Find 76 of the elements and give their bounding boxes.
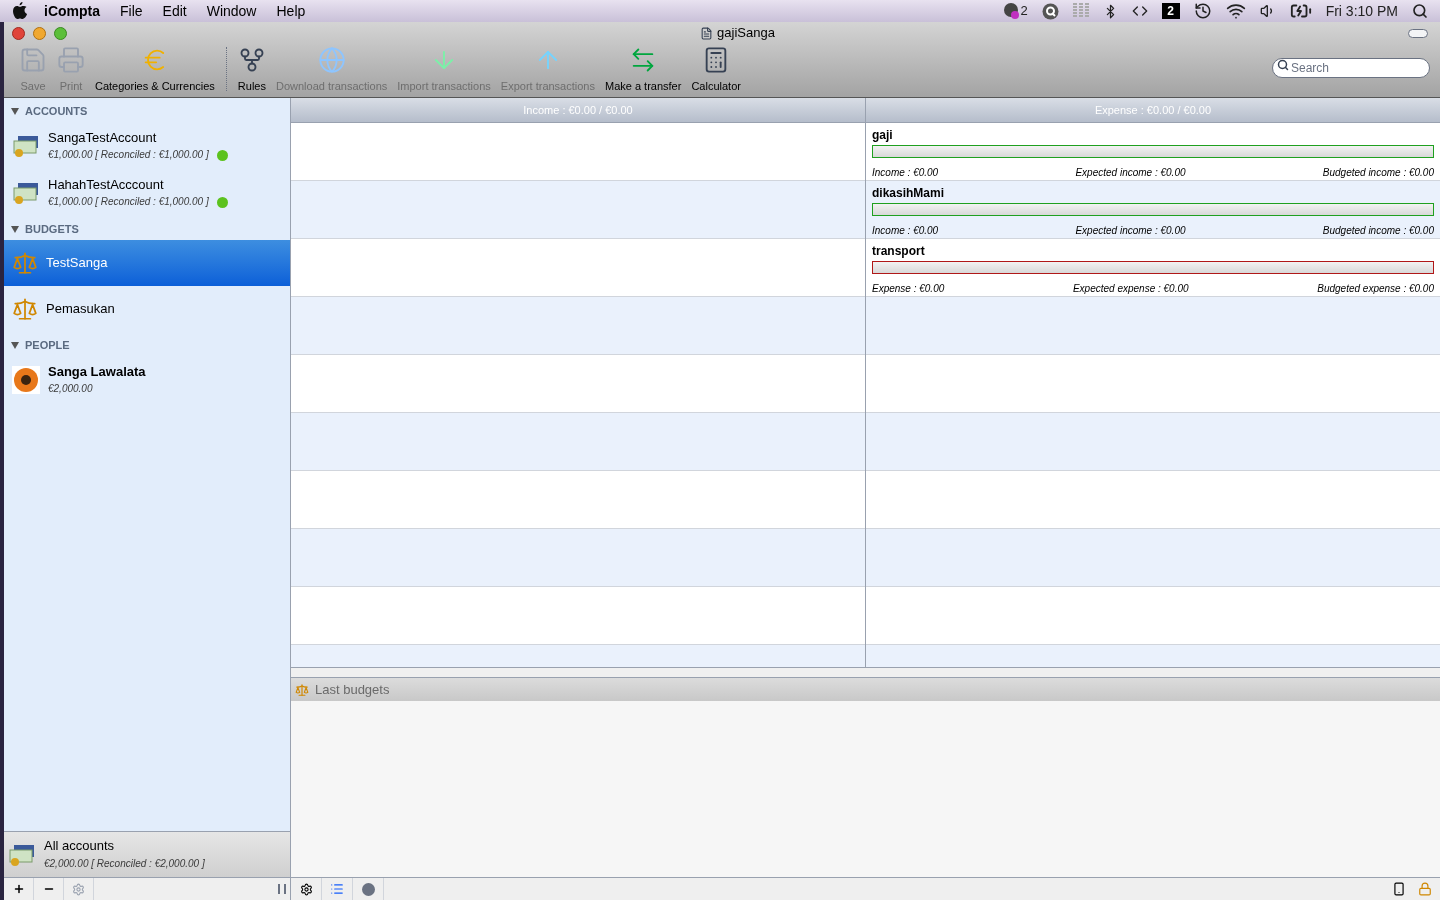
spaces-indicator[interactable]: 2 xyxy=(1161,3,1180,19)
wifi-icon[interactable] xyxy=(1225,1,1246,21)
window-title: gajiSanga xyxy=(717,24,775,43)
budget-name: gaji xyxy=(872,129,894,141)
sidebar-item[interactable]: Pemasukan xyxy=(4,286,290,332)
budget-stat: Expected income : €0.00 xyxy=(1075,226,1186,236)
toolbar-toggle-button[interactable] xyxy=(1408,28,1428,38)
disclosure-triangle[interactable] xyxy=(11,225,19,233)
section-header: ACCOUNTS xyxy=(25,103,88,119)
item-balance: €2,000.00 xyxy=(48,382,93,396)
all-accounts-row[interactable]: All accounts €2,000.00 [ Reconciled : €2,000.00 ] xyxy=(4,831,290,877)
budget-name: transport xyxy=(872,245,926,257)
flower-icon xyxy=(12,365,40,394)
budget-stat: Budgeted expense : €0.00 xyxy=(1317,284,1434,294)
item-balance: €2,000.00 [ Reconciled : €2,000.00 ] xyxy=(44,858,205,871)
cheque-icon xyxy=(8,842,36,867)
item-name: HahahTestAcccount xyxy=(48,176,165,193)
panel-title: Last budgets xyxy=(315,680,390,699)
close-button[interactable] xyxy=(12,26,25,40)
menu-clock[interactable]: Fri 3:10 PM xyxy=(1325,0,1398,22)
scales-icon xyxy=(295,682,309,697)
menu-item[interactable]: Edit xyxy=(162,0,187,22)
toolbar-button[interactable]: Categories & Currencies xyxy=(90,45,220,94)
item-name: All accounts xyxy=(44,838,116,855)
budget-stat: Expected income : €0.00 xyxy=(1075,168,1186,178)
zoom-button[interactable] xyxy=(54,26,67,40)
item-name: Sanga Lawalata xyxy=(48,363,146,380)
item-name: SangaTestAccount xyxy=(48,129,158,146)
badge-count: 2 xyxy=(1020,2,1028,21)
menu-item[interactable]: Help xyxy=(276,0,306,22)
budget-stat: Income : €0.00 xyxy=(872,168,939,178)
toolbar-button[interactable]: Calculator xyxy=(686,45,746,94)
section-header: PEOPLE xyxy=(25,337,70,353)
search-icon[interactable] xyxy=(1412,3,1428,19)
sidebar-item[interactable]: HahahTestAcccount €1,000.00 [ Reconciled : €1,000.00 ] xyxy=(4,169,290,216)
budget-stat: Income : €0.00 xyxy=(872,226,939,236)
scales-icon xyxy=(12,250,38,276)
search-icon xyxy=(1277,59,1289,71)
toolbar-button[interactable]: Make a transfer xyxy=(599,45,687,94)
menu-item[interactable]: Window xyxy=(206,0,257,22)
budget-stat: Budgeted income : €0.00 xyxy=(1322,226,1434,236)
apple-icon[interactable] xyxy=(12,2,28,20)
disclosure-triangle[interactable] xyxy=(11,341,19,349)
list-icon[interactable] xyxy=(330,882,344,896)
disclosure-triangle[interactable] xyxy=(11,107,19,115)
app-menu[interactable]: iCompta xyxy=(44,0,100,22)
scales-icon xyxy=(12,296,38,322)
settings-icon[interactable] xyxy=(299,882,313,896)
phone-icon[interactable] xyxy=(1392,882,1406,896)
sidebar-item[interactable]: TestSanga xyxy=(4,240,290,286)
toolbar-button[interactable]: Rules xyxy=(232,45,271,94)
budget-stat: Expense : €0.00 xyxy=(872,284,945,294)
sidebar-item[interactable]: SangaTestAccount €1,000.00 [ Reconciled : €1,000.00 ] xyxy=(4,122,290,169)
item-balance: €1,000.00 [ Reconciled : €1,000.00 ] xyxy=(48,195,209,209)
cheque-icon xyxy=(12,180,40,205)
cheque-icon xyxy=(12,133,40,158)
printer-icon xyxy=(57,45,85,74)
budget-stat: Budgeted income : €0.00 xyxy=(1322,168,1434,178)
q-circle-icon[interactable] xyxy=(1041,2,1059,20)
history-icon[interactable] xyxy=(1193,2,1212,20)
budget-stat: Expected expense : €0.00 xyxy=(1072,284,1189,294)
section-header: BUDGETS xyxy=(25,221,79,237)
menu-item[interactable]: File xyxy=(120,0,143,22)
budget-name: dikasihMami xyxy=(872,187,946,199)
search-field[interactable]: Search xyxy=(1272,58,1430,78)
sidebar-item[interactable]: Sanga Lawalata €2,000.00 xyxy=(4,356,290,403)
add-icon[interactable] xyxy=(12,883,25,895)
code-icon[interactable] xyxy=(1131,3,1148,19)
column-header: Income : €0.00 / €0.00 xyxy=(291,98,865,123)
item-name: Pemasukan xyxy=(46,300,115,318)
item-name: TestSanga xyxy=(46,254,108,272)
lock-icon[interactable] xyxy=(1418,882,1432,896)
minimize-button[interactable] xyxy=(33,26,46,40)
globe-icon xyxy=(317,45,346,74)
item-balance: €1,000.00 [ Reconciled : €1,000.00 ] xyxy=(48,148,209,162)
resize-grip-icon[interactable] xyxy=(278,884,286,894)
